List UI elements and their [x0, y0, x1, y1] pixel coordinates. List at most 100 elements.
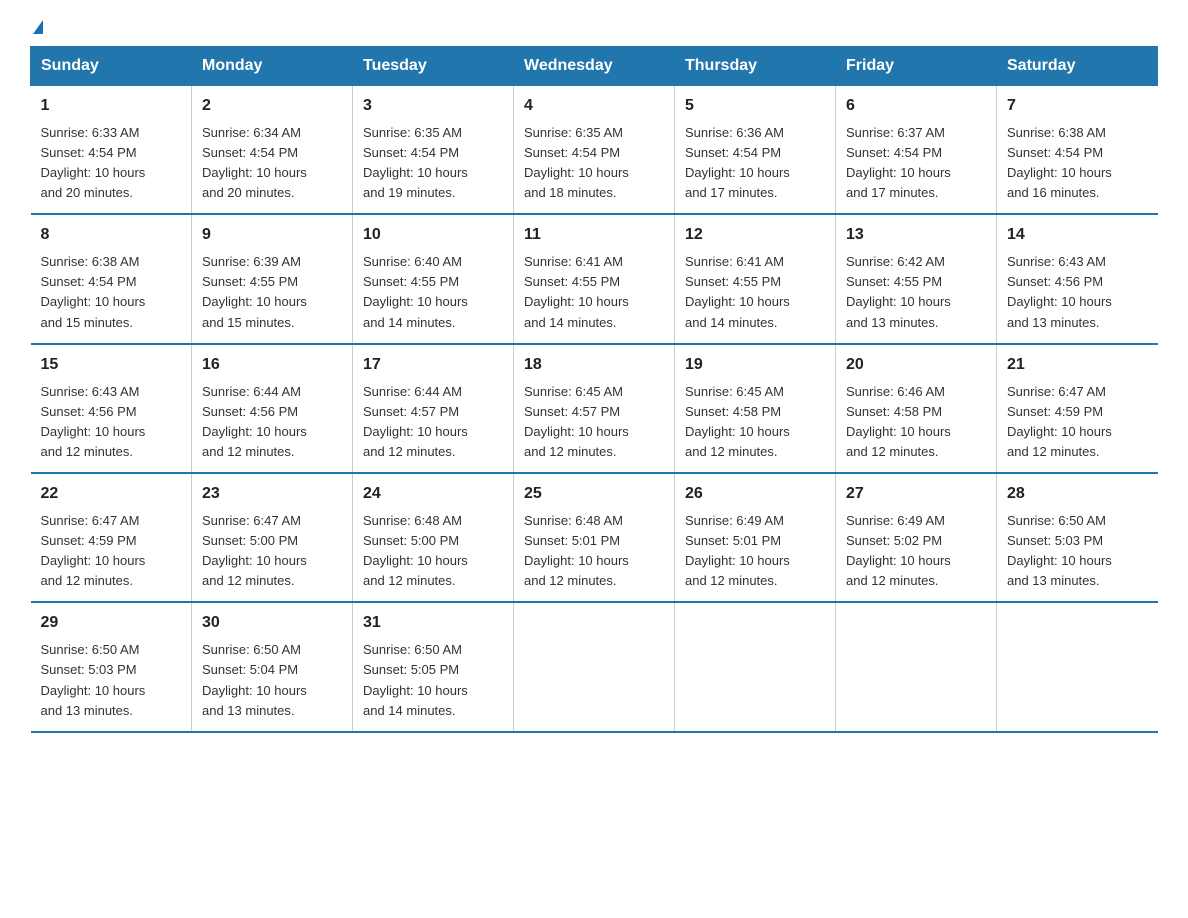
- day-number: 24: [363, 482, 503, 507]
- col-tuesday: Tuesday: [353, 47, 514, 86]
- day-info: Sunrise: 6:47 AMSunset: 4:59 PMDaylight:…: [41, 513, 146, 588]
- day-number: 30: [202, 611, 342, 636]
- calendar-cell: 18Sunrise: 6:45 AMSunset: 4:57 PMDayligh…: [514, 344, 675, 473]
- day-info: Sunrise: 6:43 AMSunset: 4:56 PMDaylight:…: [41, 384, 146, 459]
- day-info: Sunrise: 6:49 AMSunset: 5:02 PMDaylight:…: [846, 513, 951, 588]
- calendar-cell: 17 Sunrise: 6:44 AMSunset: 4:57 PMDayligh…: [353, 344, 514, 473]
- col-sunday: Sunday: [31, 47, 192, 86]
- day-info: Sunrise: 6:48 AMSunset: 5:01 PMDaylight:…: [524, 513, 629, 588]
- day-number: 9: [202, 223, 342, 248]
- header-row: Sunday Monday Tuesday Wednesday Thursday…: [31, 47, 1158, 86]
- day-number: 20: [846, 353, 986, 378]
- calendar-cell: 7 Sunrise: 6:38 AMSunset: 4:54 PMDaylight…: [997, 86, 1158, 215]
- day-info: Sunrise: 6:46 AMSunset: 4:58 PMDaylight:…: [846, 384, 951, 459]
- day-number: 19: [685, 353, 825, 378]
- day-info: Sunrise: 6:37 AMSunset: 4:54 PMDaylight:…: [846, 125, 951, 200]
- day-number: 14: [1007, 223, 1148, 248]
- calendar-cell: 6 Sunrise: 6:37 AMSunset: 4:54 PMDaylight…: [836, 86, 997, 215]
- logo: [30, 20, 43, 28]
- day-info: Sunrise: 6:50 AMSunset: 5:04 PMDaylight:…: [202, 642, 307, 717]
- calendar-cell: 11 Sunrise: 6:41 AMSunset: 4:55 PMDayligh…: [514, 214, 675, 343]
- day-number: 29: [41, 611, 182, 636]
- calendar-cell: 25 Sunrise: 6:48 AMSunset: 5:01 PMDayligh…: [514, 473, 675, 602]
- calendar-cell: 30 Sunrise: 6:50 AMSunset: 5:04 PMDayligh…: [192, 602, 353, 731]
- day-info: Sunrise: 6:35 AMSunset: 4:54 PMDaylight:…: [363, 125, 468, 200]
- calendar-cell: 3 Sunrise: 6:35 AMSunset: 4:54 PMDaylight…: [353, 86, 514, 215]
- calendar-week-row: 22 Sunrise: 6:47 AMSunset: 4:59 PMDayligh…: [31, 473, 1158, 602]
- col-monday: Monday: [192, 47, 353, 86]
- day-number: 8: [41, 223, 182, 248]
- day-number: 22: [41, 482, 182, 507]
- day-number: 12: [685, 223, 825, 248]
- day-info: Sunrise: 6:36 AMSunset: 4:54 PMDaylight:…: [685, 125, 790, 200]
- day-number: 25: [524, 482, 664, 507]
- calendar-body: 1 Sunrise: 6:33 AMSunset: 4:54 PMDaylight…: [31, 86, 1158, 732]
- calendar-cell: 16 Sunrise: 6:44 AMSunset: 4:56 PMDayligh…: [192, 344, 353, 473]
- calendar-cell: 19Sunrise: 6:45 AMSunset: 4:58 PMDayligh…: [675, 344, 836, 473]
- day-info: Sunrise: 6:49 AMSunset: 5:01 PMDaylight:…: [685, 513, 790, 588]
- calendar-week-row: 15Sunrise: 6:43 AMSunset: 4:56 PMDayligh…: [31, 344, 1158, 473]
- calendar-cell: 31 Sunrise: 6:50 AMSunset: 5:05 PMDayligh…: [353, 602, 514, 731]
- day-info: Sunrise: 6:48 AMSunset: 5:00 PMDaylight:…: [363, 513, 468, 588]
- calendar-cell: [675, 602, 836, 731]
- day-number: 31: [363, 611, 503, 636]
- calendar-cell: 27 Sunrise: 6:49 AMSunset: 5:02 PMDayligh…: [836, 473, 997, 602]
- day-info: Sunrise: 6:40 AMSunset: 4:55 PMDaylight:…: [363, 254, 468, 329]
- day-info: Sunrise: 6:47 AMSunset: 5:00 PMDaylight:…: [202, 513, 307, 588]
- day-info: Sunrise: 6:44 AMSunset: 4:56 PMDaylight:…: [202, 384, 307, 459]
- calendar-cell: 4Sunrise: 6:35 AMSunset: 4:54 PMDaylight…: [514, 86, 675, 215]
- day-info: Sunrise: 6:41 AMSunset: 4:55 PMDaylight:…: [524, 254, 629, 329]
- calendar-cell: [836, 602, 997, 731]
- day-info: Sunrise: 6:45 AMSunset: 4:57 PMDaylight:…: [524, 384, 629, 459]
- day-info: Sunrise: 6:38 AMSunset: 4:54 PMDaylight:…: [41, 254, 146, 329]
- col-thursday: Thursday: [675, 47, 836, 86]
- calendar-table: Sunday Monday Tuesday Wednesday Thursday…: [30, 46, 1158, 733]
- calendar-cell: 24 Sunrise: 6:48 AMSunset: 5:00 PMDayligh…: [353, 473, 514, 602]
- day-number: 5: [685, 94, 825, 119]
- day-info: Sunrise: 6:33 AMSunset: 4:54 PMDaylight:…: [41, 125, 146, 200]
- day-number: 27: [846, 482, 986, 507]
- day-info: Sunrise: 6:35 AMSunset: 4:54 PMDaylight:…: [524, 125, 629, 200]
- calendar-cell: 12 Sunrise: 6:41 AMSunset: 4:55 PMDayligh…: [675, 214, 836, 343]
- day-info: Sunrise: 6:38 AMSunset: 4:54 PMDaylight:…: [1007, 125, 1112, 200]
- calendar-week-row: 1 Sunrise: 6:33 AMSunset: 4:54 PMDaylight…: [31, 86, 1158, 215]
- calendar-cell: [514, 602, 675, 731]
- col-saturday: Saturday: [997, 47, 1158, 86]
- calendar-cell: 26Sunrise: 6:49 AMSunset: 5:01 PMDayligh…: [675, 473, 836, 602]
- calendar-cell: 5 Sunrise: 6:36 AMSunset: 4:54 PMDaylight…: [675, 86, 836, 215]
- calendar-cell: 15Sunrise: 6:43 AMSunset: 4:56 PMDayligh…: [31, 344, 192, 473]
- calendar-cell: 9 Sunrise: 6:39 AMSunset: 4:55 PMDaylight…: [192, 214, 353, 343]
- col-friday: Friday: [836, 47, 997, 86]
- day-info: Sunrise: 6:47 AMSunset: 4:59 PMDaylight:…: [1007, 384, 1112, 459]
- day-number: 3: [363, 94, 503, 119]
- day-number: 11: [524, 223, 664, 248]
- day-info: Sunrise: 6:34 AMSunset: 4:54 PMDaylight:…: [202, 125, 307, 200]
- day-info: Sunrise: 6:50 AMSunset: 5:05 PMDaylight:…: [363, 642, 468, 717]
- day-number: 17: [363, 353, 503, 378]
- col-wednesday: Wednesday: [514, 47, 675, 86]
- day-info: Sunrise: 6:41 AMSunset: 4:55 PMDaylight:…: [685, 254, 790, 329]
- day-info: Sunrise: 6:44 AMSunset: 4:57 PMDaylight:…: [363, 384, 468, 459]
- day-number: 21: [1007, 353, 1148, 378]
- day-info: Sunrise: 6:50 AMSunset: 5:03 PMDaylight:…: [1007, 513, 1112, 588]
- day-number: 16: [202, 353, 342, 378]
- calendar-cell: 23 Sunrise: 6:47 AMSunset: 5:00 PMDayligh…: [192, 473, 353, 602]
- day-number: 13: [846, 223, 986, 248]
- calendar-cell: 21 Sunrise: 6:47 AMSunset: 4:59 PMDayligh…: [997, 344, 1158, 473]
- calendar-cell: [997, 602, 1158, 731]
- calendar-cell: 10Sunrise: 6:40 AMSunset: 4:55 PMDayligh…: [353, 214, 514, 343]
- day-info: Sunrise: 6:39 AMSunset: 4:55 PMDaylight:…: [202, 254, 307, 329]
- calendar-cell: 2 Sunrise: 6:34 AMSunset: 4:54 PMDaylight…: [192, 86, 353, 215]
- logo-triangle-icon: [33, 20, 43, 34]
- calendar-header: Sunday Monday Tuesday Wednesday Thursday…: [31, 47, 1158, 86]
- day-number: 2: [202, 94, 342, 119]
- day-info: Sunrise: 6:43 AMSunset: 4:56 PMDaylight:…: [1007, 254, 1112, 329]
- calendar-cell: 14 Sunrise: 6:43 AMSunset: 4:56 PMDayligh…: [997, 214, 1158, 343]
- page-header: [30, 20, 1158, 28]
- calendar-cell: 8 Sunrise: 6:38 AMSunset: 4:54 PMDaylight…: [31, 214, 192, 343]
- day-number: 6: [846, 94, 986, 119]
- day-number: 1: [41, 94, 182, 119]
- day-number: 7: [1007, 94, 1148, 119]
- calendar-cell: 1 Sunrise: 6:33 AMSunset: 4:54 PMDaylight…: [31, 86, 192, 215]
- day-number: 23: [202, 482, 342, 507]
